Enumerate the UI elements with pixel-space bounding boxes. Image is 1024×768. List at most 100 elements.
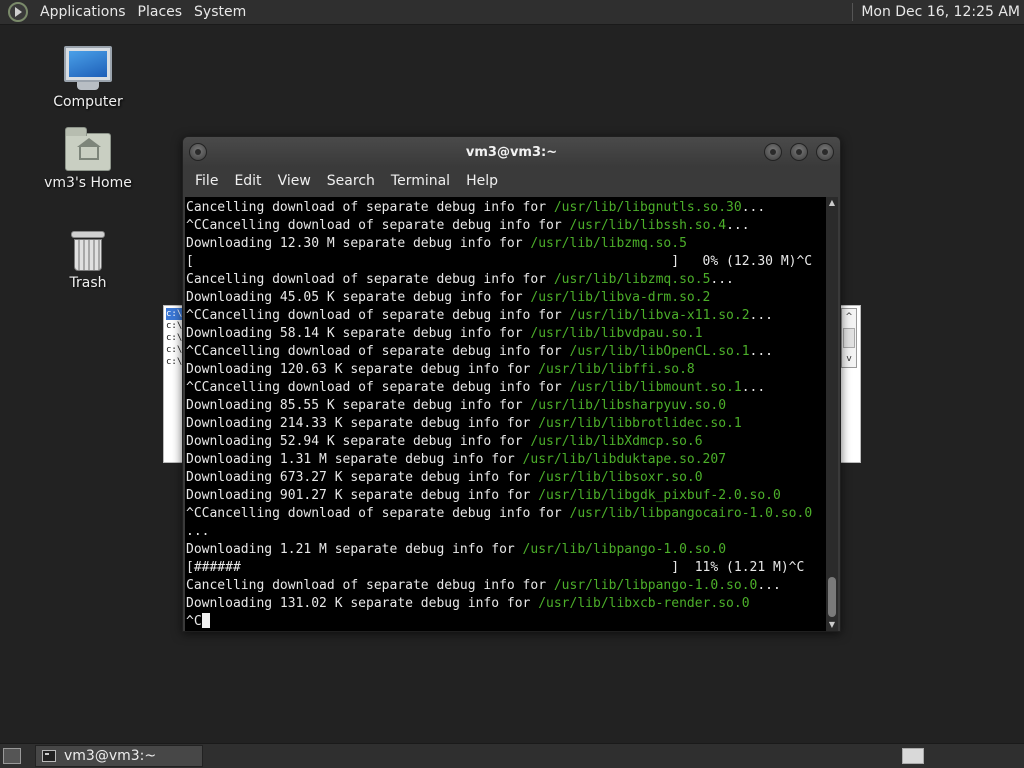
menu-system[interactable]: System <box>188 4 252 20</box>
menu-search[interactable]: Search <box>319 173 383 189</box>
menu-places[interactable]: Places <box>132 4 189 20</box>
terminal-line: ^CCancelling download of separate debug … <box>186 379 826 397</box>
terminal-line-path: /usr/lib/libgdk_pixbuf-2.0.so.0 <box>538 488 781 503</box>
terminal-line: ^CCancelling download of separate debug … <box>186 505 826 523</box>
terminal-line-path: /usr/lib/libsharpyuv.so.0 <box>530 398 727 413</box>
terminal-line-path: /usr/lib/libva-drm.so.2 <box>530 290 711 305</box>
terminal-window[interactable]: vm3@vm3:~ File Edit View Search Terminal… <box>182 136 841 632</box>
terminal-line-text: Cancelling download of separate debug in… <box>186 200 554 215</box>
terminal-line: Downloading 12.30 M separate debug info … <box>186 235 826 253</box>
terminal-line-tail: ... <box>749 308 774 323</box>
terminal-icon <box>42 750 56 762</box>
terminal-line-text: Downloading 120.63 K separate debug info… <box>186 362 539 377</box>
scroll-thumb[interactable] <box>843 328 855 348</box>
terminal-line-path: /usr/lib/libbrotlidec.so.1 <box>538 416 742 431</box>
terminal-line-text: Cancelling download of separate debug in… <box>186 272 554 287</box>
monitor-stand <box>77 82 99 90</box>
taskbar-item-terminal[interactable]: vm3@vm3:~ <box>35 745 203 767</box>
terminal-line: ... <box>186 523 826 541</box>
terminal-line-path: /usr/lib/libduktape.so.207 <box>522 452 727 467</box>
terminal-line-path: /usr/lib/libpango-1.0.so.0 <box>522 542 727 557</box>
minimize-icon[interactable] <box>764 143 782 161</box>
terminal-line-tail: ... <box>710 272 734 287</box>
terminal-line: Cancelling download of separate debug in… <box>186 577 826 595</box>
show-desktop-icon[interactable] <box>3 748 21 764</box>
terminal-menubar: File Edit View Search Terminal Help <box>183 167 840 195</box>
terminal-line-path: /usr/lib/libmount.so.1 <box>569 380 742 395</box>
desktop-icon-trash[interactable]: Trash <box>38 231 138 291</box>
terminal-line-path: /usr/lib/libOpenCL.so.1 <box>569 344 750 359</box>
menu-edit[interactable]: Edit <box>226 173 269 189</box>
terminal-line: Downloading 52.94 K separate debug info … <box>186 433 826 451</box>
terminal-line-tail: ... <box>726 218 750 233</box>
terminal-line-text: Downloading 1.31 M separate debug info f… <box>186 452 523 467</box>
desktop-icon-home[interactable]: vm3's Home <box>38 127 138 191</box>
scroll-thumb[interactable] <box>828 577 836 617</box>
terminal-line-text: Downloading 85.55 K separate debug info … <box>186 398 531 413</box>
menu-terminal[interactable]: Terminal <box>383 173 458 189</box>
terminal-line-text: ^CCancelling download of separate debug … <box>186 218 570 233</box>
terminal-line-tail: ... <box>741 380 766 395</box>
terminal-line-text: ^CCancelling download of separate debug … <box>186 380 570 395</box>
terminal-line-path: /usr/lib/libxcb-render.so.0 <box>538 596 750 611</box>
terminal-line-text: Downloading 901.27 K separate debug info… <box>186 488 539 503</box>
terminal-titlebar[interactable]: vm3@vm3:~ <box>183 137 840 167</box>
top-panel: Applications Places System Mon Dec 16, 1… <box>0 0 1024 25</box>
terminal-line-text: Downloading 131.02 K separate debug info… <box>186 596 539 611</box>
scroll-up-icon[interactable]: ^ <box>842 309 856 325</box>
terminal-line-tail: ... <box>741 200 766 215</box>
terminal-line-text: Cancelling download of separate debug in… <box>186 578 554 593</box>
terminal-line: Downloading 1.21 M separate debug info f… <box>186 541 826 559</box>
terminal-line: Downloading 131.02 K separate debug info… <box>186 595 826 613</box>
terminal-line-text: Downloading 12.30 M separate debug info … <box>186 236 531 251</box>
clock[interactable]: Mon Dec 16, 12:25 AM <box>861 4 1024 20</box>
terminal-line: Downloading 214.33 K separate debug info… <box>186 415 826 433</box>
terminal-line: Downloading 45.05 K separate debug info … <box>186 289 826 307</box>
terminal-line-text: Downloading 673.27 K separate debug info… <box>186 470 539 485</box>
terminal-line-path: /usr/lib/libssh.so.4 <box>569 218 727 233</box>
terminal-line-text: Downloading 52.94 K separate debug info … <box>186 434 531 449</box>
terminal-line-path: /usr/lib/libzmq.so.5 <box>553 272 711 287</box>
window-menu-icon[interactable] <box>189 143 207 161</box>
background-window-scrollbar[interactable]: ^ v <box>841 308 857 368</box>
terminal-line-path: /usr/lib/libffi.so.8 <box>538 362 695 377</box>
terminal-line-path: /usr/lib/libpango-1.0.so.0 <box>553 578 758 593</box>
bottom-panel: vm3@vm3:~ <box>0 743 1024 768</box>
terminal-line-text: Downloading 1.21 M separate debug info f… <box>186 542 523 557</box>
terminal-prompt: ^C <box>186 614 202 629</box>
close-icon[interactable] <box>816 143 834 161</box>
terminal-line-text: [###### ] 11% (1.21 M)^C <box>186 560 805 575</box>
maximize-icon[interactable] <box>790 143 808 161</box>
taskbar-item-label: vm3@vm3:~ <box>64 748 157 764</box>
terminal-line: Downloading 120.63 K separate debug info… <box>186 361 826 379</box>
terminal-line: [###### ] 11% (1.21 M)^C <box>186 559 826 577</box>
distro-logo-icon[interactable] <box>8 2 28 22</box>
desktop-icon-label: vm3's Home <box>44 175 132 191</box>
desktop-icon-computer[interactable]: Computer <box>38 46 138 110</box>
scroll-up-icon[interactable]: ▲ <box>826 197 838 209</box>
terminal-scrollbar[interactable]: ▲ ▼ <box>826 197 838 631</box>
terminal-prompt-line[interactable]: ^C <box>186 613 826 631</box>
terminal-line-path: /usr/lib/libva-x11.so.2 <box>569 308 750 323</box>
trash-icon <box>71 231 105 271</box>
workspace-switcher-icon[interactable] <box>902 748 924 764</box>
terminal-line-text: Downloading 45.05 K separate debug info … <box>186 290 531 305</box>
terminal-line-text: Downloading 214.33 K separate debug info… <box>186 416 539 431</box>
scroll-down-icon[interactable]: v <box>842 351 856 367</box>
window-title: vm3@vm3:~ <box>465 144 558 160</box>
terminal-line-text: ^CCancelling download of separate debug … <box>186 344 570 359</box>
terminal-line: ^CCancelling download of separate debug … <box>186 217 826 235</box>
menu-view[interactable]: View <box>270 173 319 189</box>
scroll-down-icon[interactable]: ▼ <box>826 619 838 631</box>
terminal-line-tail: ... <box>757 578 781 593</box>
menu-file[interactable]: File <box>187 173 226 189</box>
terminal-output[interactable]: Cancelling download of separate debug in… <box>185 197 826 631</box>
home-folder-icon <box>65 127 111 171</box>
terminal-line-path: /usr/lib/libpangocairo-1.0.so.0 <box>569 506 813 521</box>
terminal-line-path: /usr/lib/libgnutls.so.30 <box>553 200 742 215</box>
terminal-line-path: /usr/lib/libXdmcp.so.6 <box>530 434 703 449</box>
menu-applications[interactable]: Applications <box>34 4 132 20</box>
terminal-line-tail: ... <box>749 344 774 359</box>
clock-area: Mon Dec 16, 12:25 AM <box>852 0 1024 24</box>
menu-help[interactable]: Help <box>458 173 506 189</box>
